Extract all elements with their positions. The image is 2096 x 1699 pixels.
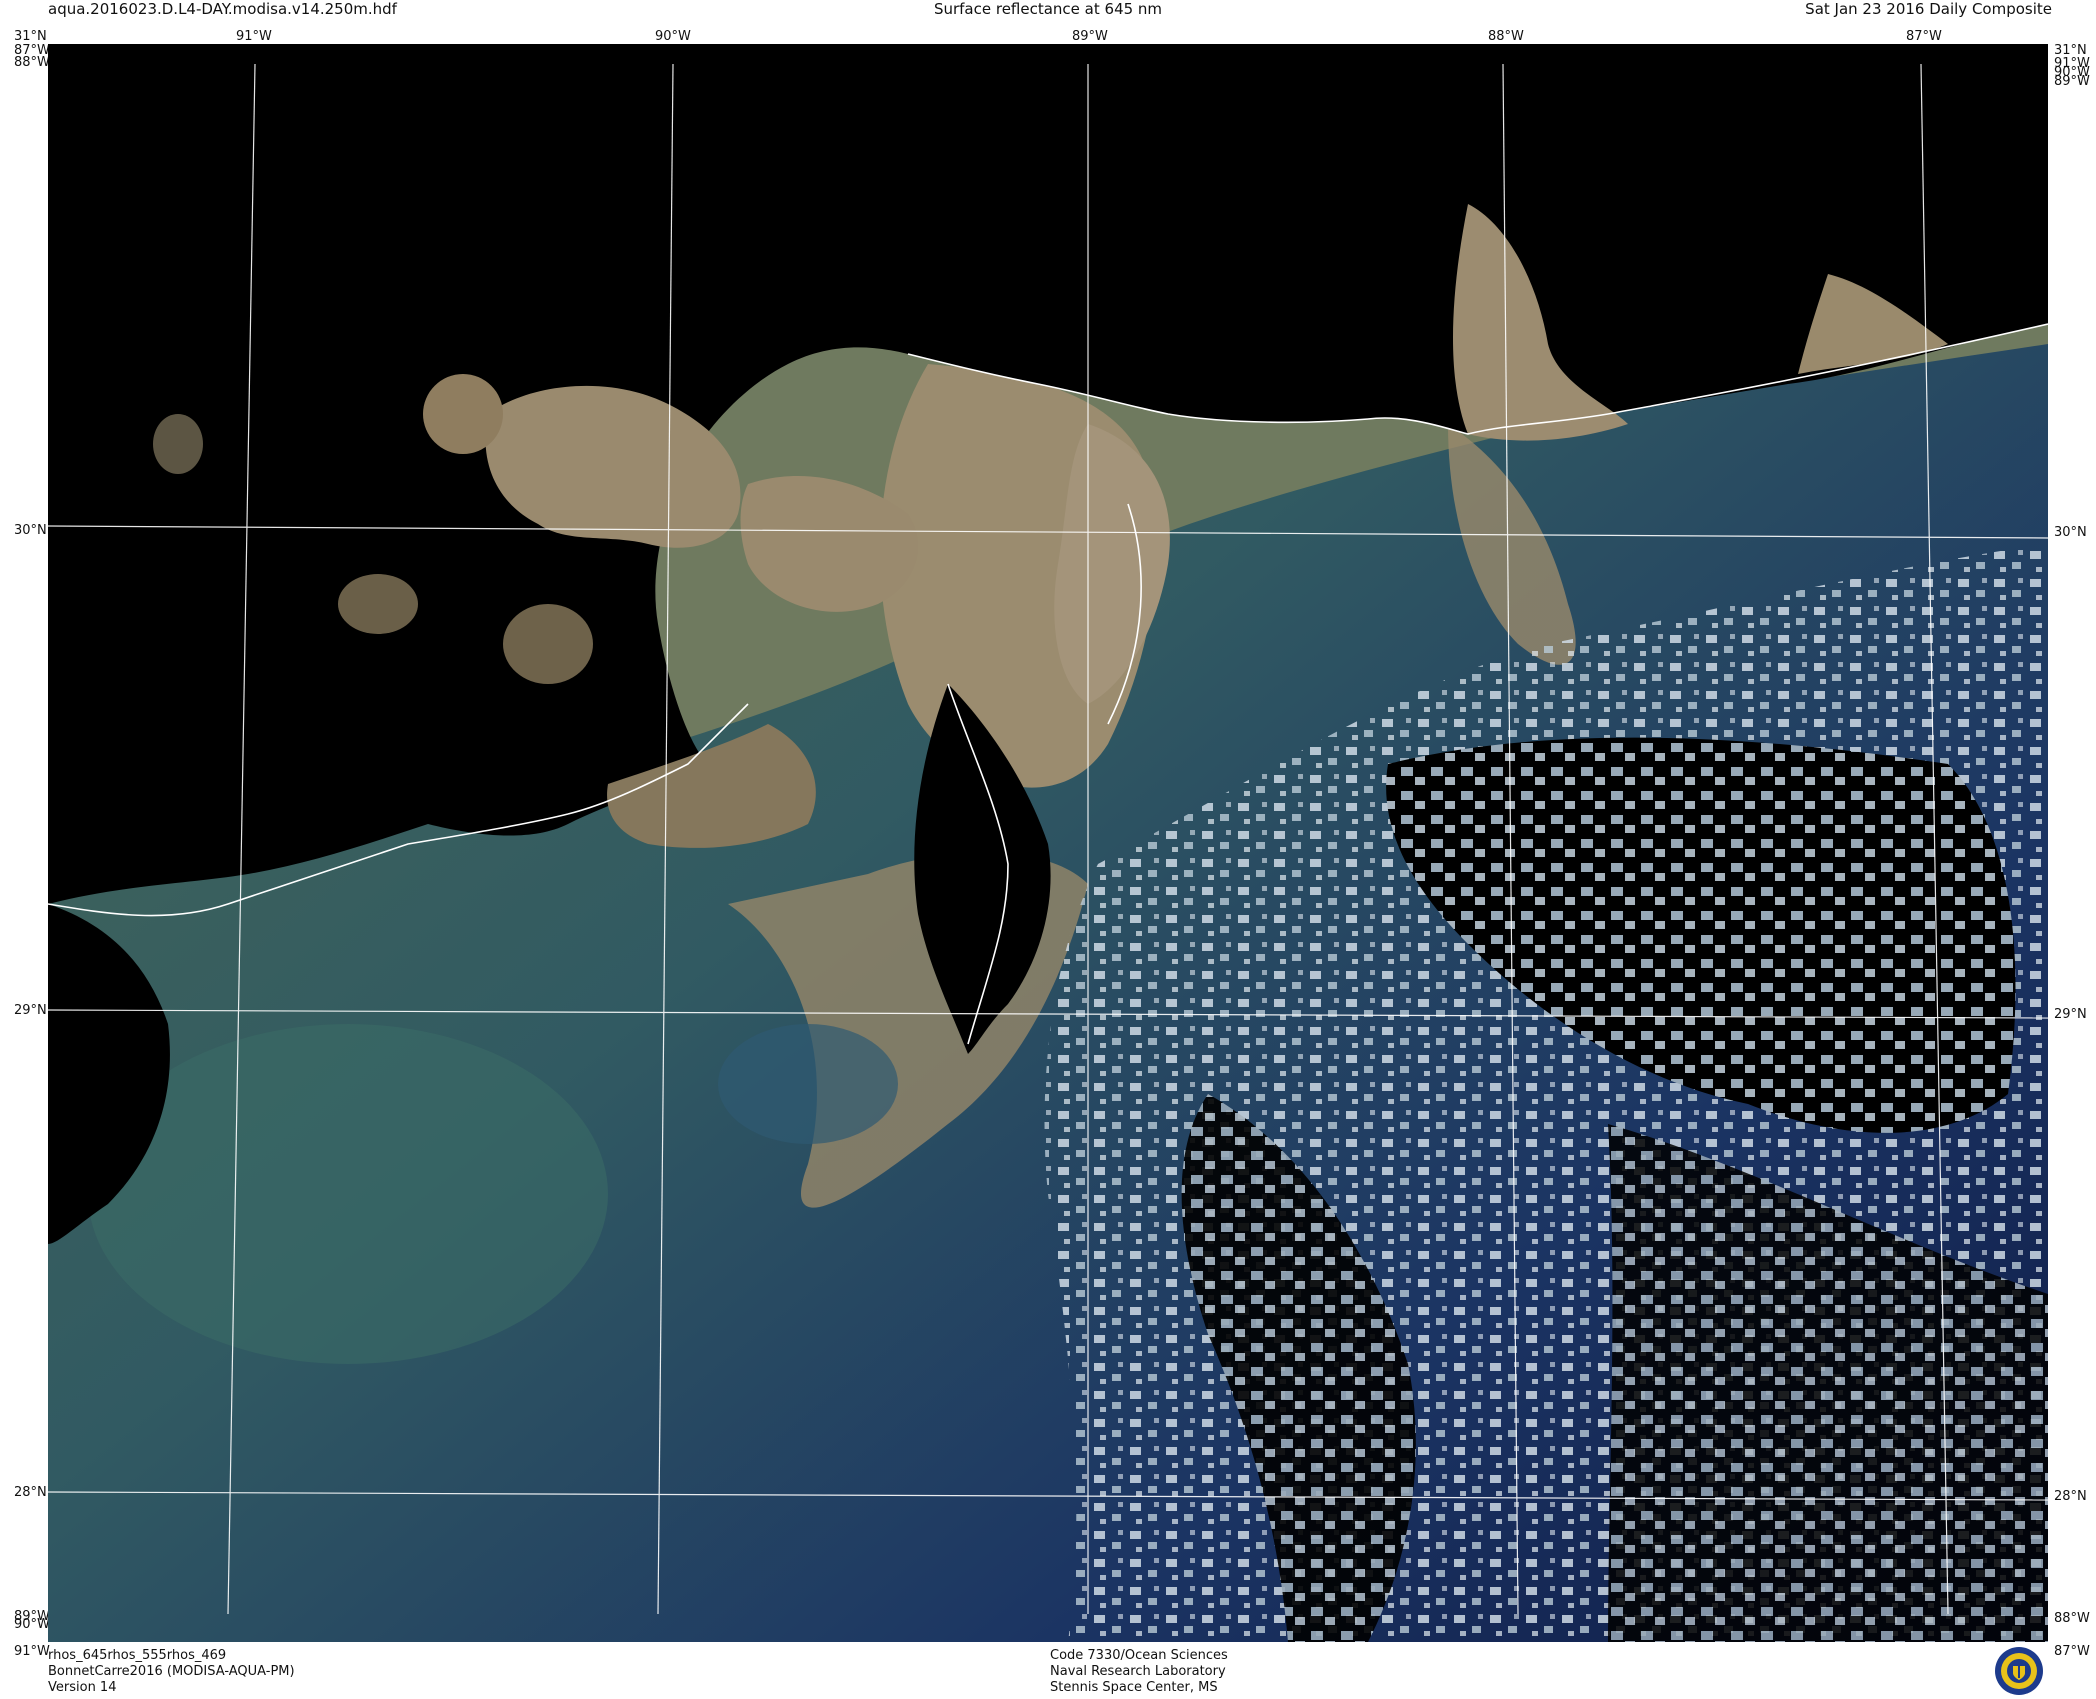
lat-label-28n-left: 28°N <box>14 1485 47 1500</box>
lon-label-88w-top: 88°W <box>1488 29 1524 44</box>
org-lab: Naval Research Laboratory <box>1050 1664 1226 1679</box>
inland-lake-2 <box>503 604 593 684</box>
version-label: Version 14 <box>48 1680 117 1695</box>
corner-lon-bottom-right: 88°W <box>2054 1611 2090 1626</box>
lat-label-28n-right: 28°N <box>2054 1489 2087 1504</box>
corner-lon-top-left-2: 88°W <box>14 55 50 70</box>
org-code: Code 7330/Ocean Sciences <box>1050 1648 1228 1663</box>
file-name: aqua.2016023.D.L4-DAY.modisa.v14.250m.hd… <box>48 0 397 18</box>
lat-label-29n-right: 29°N <box>2054 1007 2087 1022</box>
lat-label-30n-right: 30°N <box>2054 525 2087 540</box>
lake-maurepas <box>423 374 503 454</box>
composite-date: Sat Jan 23 2016 Daily Composite <box>1805 0 2052 18</box>
band-combination: rhos_645rhos_555rhos_469 <box>48 1648 227 1663</box>
corner-lon-bottom-right-2: 87°W <box>2054 1644 2090 1659</box>
project-name: BonnetCarre2016 (MODISA-AQUA-PM) <box>48 1664 295 1679</box>
inland-lake-1 <box>338 574 418 634</box>
product-title: Surface reflectance at 645 nm <box>933 0 1163 18</box>
blue-eddy <box>718 1024 898 1144</box>
corner-lon-bottom-left-2: 90°W <box>14 1617 50 1632</box>
lon-label-87w-top: 87°W <box>1906 29 1942 44</box>
lon-label-90w-top: 90°W <box>655 29 691 44</box>
lon-label-91w-top: 91°W <box>236 29 272 44</box>
corner-lat-top-left: 31°N <box>14 29 47 44</box>
navy-research-lab-seal-icon <box>1995 1647 2043 1695</box>
inland-lake-3 <box>153 414 203 474</box>
corner-lon-top-right-3: 89°W <box>2054 74 2090 89</box>
lon-label-89w-top: 89°W <box>1072 29 1108 44</box>
lat-label-30n-left: 30°N <box>14 523 47 538</box>
org-location: Stennis Space Center, MS <box>1050 1680 1218 1695</box>
corner-lon-bottom-left-3: 91°W <box>14 1644 50 1659</box>
satellite-reflectance-map <box>48 44 2048 1642</box>
lat-label-29n-left: 29°N <box>14 1003 47 1018</box>
